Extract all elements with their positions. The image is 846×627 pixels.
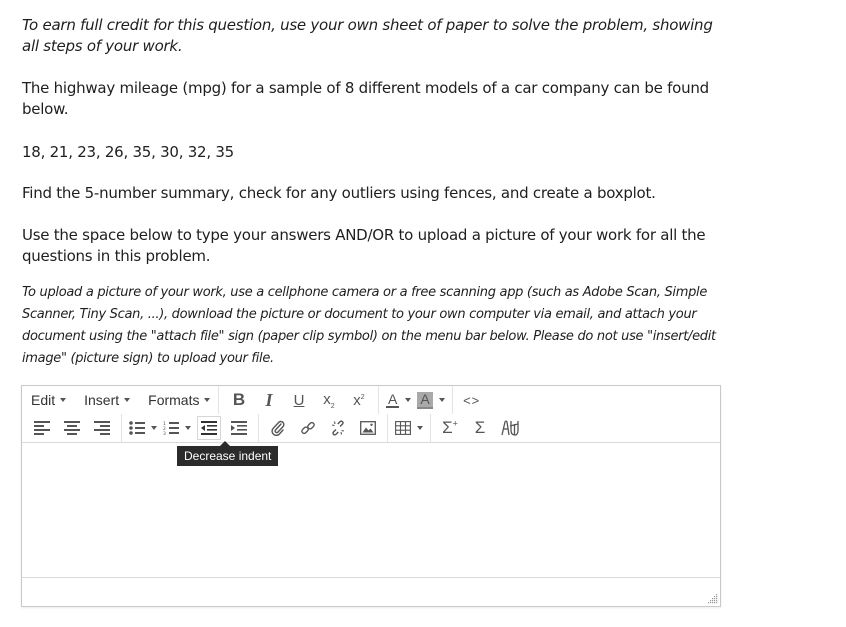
svg-text:3: 3 [163, 431, 166, 435]
caret-down-icon [204, 398, 211, 402]
remove-link-button[interactable] [326, 416, 350, 440]
editor-menubar: Edit Insert Formats [22, 386, 219, 414]
subscript-button[interactable]: x2 [317, 388, 341, 412]
task-text: Find the 5-number summary, check for any… [22, 184, 656, 202]
special-character-button[interactable] [498, 416, 522, 440]
caret-down-icon [438, 398, 445, 402]
superscript-icon: x2 [353, 391, 365, 409]
background-color-icon: A [417, 391, 433, 409]
insert-equation-button[interactable]: Σ+ [438, 416, 462, 440]
upload-instruction: To upload a picture of your work, use a … [22, 285, 716, 366]
problem-prompt: The highway mileage (mpg) for a sample o… [22, 79, 709, 118]
table-button[interactable] [395, 416, 423, 440]
tooltip: Decrease indent [177, 441, 279, 466]
source-code-icon: <> [463, 392, 481, 408]
menu-formats[interactable]: Formats [139, 386, 219, 414]
decrease-indent-icon [201, 421, 217, 435]
editor-content-area[interactable] [22, 443, 720, 578]
list-indent-group: 123 [121, 414, 258, 442]
image-icon [360, 421, 376, 435]
resize-handle-icon[interactable] [708, 594, 718, 604]
align-left-button[interactable] [30, 416, 54, 440]
insert-image-button[interactable] [356, 416, 380, 440]
answer-instruction: Use the space below to type your answers… [22, 226, 706, 265]
table-group [387, 414, 430, 442]
italic-icon: I [265, 389, 273, 410]
code-group: <> [451, 386, 491, 414]
increase-indent-button[interactable] [227, 416, 251, 440]
caret-down-icon [151, 426, 157, 430]
bullet-list-icon [129, 421, 145, 435]
underline-icon: U [293, 391, 305, 409]
align-group [22, 414, 121, 442]
table-icon [395, 421, 411, 435]
underline-button[interactable]: U [287, 388, 311, 412]
special-character-icon [501, 420, 519, 436]
text-color-button[interactable]: A [386, 388, 412, 412]
bold-icon: B [232, 390, 246, 409]
align-right-icon [94, 421, 110, 435]
editor-statusbar [22, 577, 720, 606]
background-color-button[interactable]: A [417, 388, 445, 412]
color-group: A A [378, 386, 452, 414]
unlink-icon [331, 420, 345, 436]
numbered-list-button[interactable]: 123 [163, 416, 191, 440]
attach-file-button[interactable] [266, 416, 290, 440]
tooltip-arrow [220, 441, 230, 446]
insert-group [258, 414, 387, 442]
format-group: B I U x2 x2 [218, 386, 378, 414]
numbered-list-icon: 123 [163, 421, 179, 435]
increase-indent-icon [231, 421, 247, 435]
subscript-icon: x2 [323, 390, 335, 410]
bold-button[interactable]: B [227, 388, 251, 412]
insert-link-button[interactable] [296, 416, 320, 440]
caret-down-icon [60, 398, 67, 402]
superscript-button[interactable]: x2 [347, 388, 371, 412]
menu-edit[interactable]: Edit [22, 386, 75, 414]
menu-formats-label: Formats [148, 392, 200, 408]
math-group: Σ+ Σ [430, 414, 529, 442]
toolbar-row-1: B I U x2 x2 A A <> [218, 386, 491, 414]
menu-edit-label: Edit [31, 392, 56, 408]
italic-button[interactable]: I [257, 388, 281, 412]
caret-down-icon [185, 426, 191, 430]
caret-down-icon [417, 426, 423, 430]
menu-insert-label: Insert [84, 392, 120, 408]
decrease-indent-button[interactable] [197, 416, 221, 440]
align-left-icon [34, 421, 50, 435]
toolbar-row-2: 123 Σ+ Σ [22, 414, 529, 442]
bullet-list-button[interactable] [129, 416, 157, 440]
align-center-button[interactable] [60, 416, 84, 440]
paperclip-icon [271, 420, 285, 436]
caret-down-icon [405, 398, 412, 402]
sigma-icon: Σ [474, 418, 486, 437]
tooltip-text: Decrease indent [177, 446, 279, 466]
instruction-text: To earn full credit for this question, u… [22, 16, 713, 55]
data-values: 18, 21, 23, 26, 35, 30, 32, 35 [22, 143, 234, 161]
menu-insert[interactable]: Insert [75, 386, 139, 414]
sigma-plus-icon: Σ+ [442, 418, 458, 437]
align-right-button[interactable] [90, 416, 114, 440]
rich-text-editor: Edit Insert Formats B I U x2 x2 A A <> 1… [21, 385, 721, 607]
link-icon [301, 421, 315, 435]
caret-down-icon [124, 398, 131, 402]
equation-button[interactable]: Σ [468, 416, 492, 440]
align-center-icon [64, 421, 80, 435]
text-color-icon: A [386, 391, 400, 408]
source-code-button[interactable]: <> [460, 388, 484, 412]
